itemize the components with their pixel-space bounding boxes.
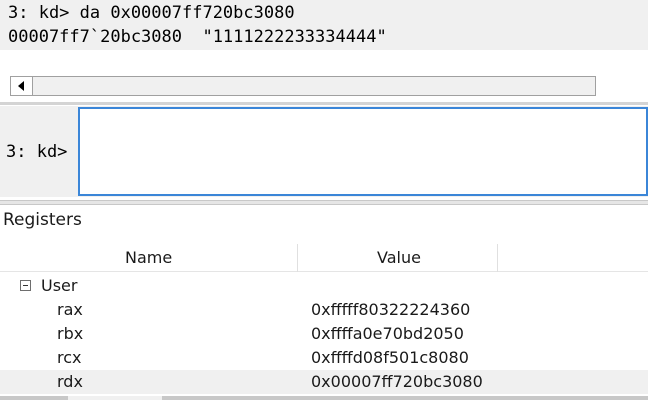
register-name: rdx <box>57 372 83 391</box>
register-value: 0xffffd08f501c8080 <box>311 348 469 367</box>
output-line: 00007ff7`20bc3080 "1111222233334444" <box>8 27 387 47</box>
column-header-value[interactable]: Value <box>377 248 421 267</box>
column-header-name[interactable]: Name <box>125 248 172 267</box>
pane-splitter[interactable] <box>0 200 648 205</box>
register-value: 0x00007ff720bc3080 <box>311 372 483 391</box>
scrollbar-thumb[interactable] <box>68 396 162 400</box>
register-value: 0xfffff80322224360 <box>311 300 471 319</box>
register-group-user[interactable]: User <box>0 275 648 297</box>
group-label: User <box>41 276 78 295</box>
register-name: rcx <box>57 348 82 367</box>
register-row[interactable]: rcx 0xffffd08f501c8080 <box>0 346 648 370</box>
register-row[interactable]: rbx 0xffffa0e70bd2050 <box>0 322 648 346</box>
collapse-icon[interactable] <box>20 280 31 291</box>
register-row[interactable]: rdx 0x00007ff720bc3080 <box>0 370 648 394</box>
output-line: 3: kd> da 0x00007ff720bc3080 <box>8 3 295 23</box>
register-row[interactable]: rax 0xfffff80322224360 <box>0 298 648 322</box>
column-divider[interactable] <box>297 244 298 272</box>
register-name: rbx <box>57 324 84 343</box>
column-divider[interactable] <box>497 244 498 272</box>
registers-title: Registers <box>3 210 82 230</box>
arrow-left-icon <box>18 81 24 91</box>
registers-header: Name Value <box>0 244 648 272</box>
prompt-label: 3: kd> <box>6 142 68 162</box>
scroll-left-button[interactable] <box>11 77 33 95</box>
command-input[interactable] <box>78 107 648 196</box>
horizontal-scrollbar[interactable] <box>10 76 596 96</box>
register-value: 0xffffa0e70bd2050 <box>311 324 464 343</box>
pane-splitter[interactable] <box>0 102 648 105</box>
register-name: rax <box>57 300 83 319</box>
command-output: 3: kd> da 0x00007ff720bc3080 00007ff7`20… <box>0 0 648 50</box>
